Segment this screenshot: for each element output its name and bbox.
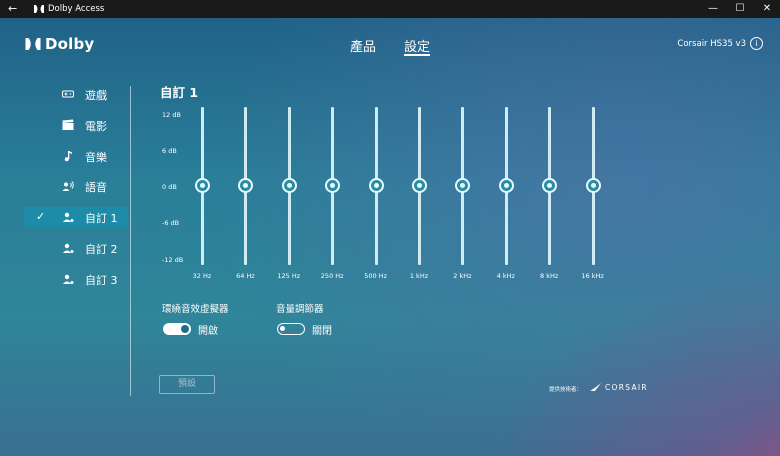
back-button[interactable]: ← — [8, 2, 17, 15]
eq-slider-knob[interactable] — [542, 178, 558, 193]
eq-band: 1 kHz — [404, 107, 434, 287]
eq-band: 32 Hz — [187, 107, 217, 287]
corsair-sails-icon — [590, 383, 601, 391]
sidebar-item-label: 自訂 2 — [85, 243, 118, 256]
eq-band: 2 kHz — [447, 107, 477, 287]
sidebar-item-label: 電影 — [85, 120, 107, 133]
device-name: Corsair HS35 v3 — [677, 39, 746, 49]
minimize-button[interactable]: — — [698, 1, 728, 17]
info-icon[interactable]: i — [750, 37, 763, 50]
provided-by-label: 提供技術者： — [549, 387, 583, 393]
virtualizer-state: 開啟 — [198, 326, 218, 337]
sidebar-item-label: 自訂 1 — [85, 212, 118, 225]
sidebar-item-game[interactable]: 遊戲 — [24, 84, 128, 104]
volume-leveler-label: 音量調節器 — [276, 304, 324, 315]
eq-slider-knob[interactable] — [585, 178, 601, 193]
corsair-logo: CORSAIR — [590, 382, 648, 392]
eq-slider-knob[interactable] — [281, 178, 297, 193]
dolby-logo: Dolby — [25, 35, 94, 53]
dolby-app-icon — [34, 5, 44, 13]
dolby-mark-icon — [25, 38, 41, 50]
eq-band: 4 kHz — [491, 107, 521, 287]
eq-slider-knob[interactable] — [325, 178, 341, 193]
volume-leveler-state: 關閉 — [312, 326, 332, 337]
db-label: 12 dB — [162, 111, 181, 119]
db-label: 0 dB — [162, 183, 177, 191]
sidebar-item-custom-2[interactable]: 自訂 2 — [24, 238, 128, 258]
equalizer-title: 自訂 1 — [160, 85, 199, 100]
db-label: 6 dB — [162, 147, 177, 155]
custom-profile-icon — [63, 243, 74, 253]
custom-profile-icon — [63, 274, 74, 284]
eq-band: 500 Hz — [361, 107, 391, 287]
sidebar-item-custom-1[interactable]: ✓ 自訂 1 — [24, 207, 128, 227]
tab-products[interactable]: 產品 — [350, 36, 376, 55]
db-label: -12 dB — [162, 256, 184, 264]
sidebar-item-label: 語音 — [85, 181, 107, 194]
eq-slider-knob[interactable] — [238, 178, 254, 193]
voice-icon — [62, 181, 74, 191]
logo-text: Dolby — [45, 35, 95, 53]
eq-band: 8 kHz — [534, 107, 564, 287]
sidebar-item-music[interactable]: 音樂 — [24, 146, 128, 166]
sidebar-item-voice[interactable]: 語音 — [24, 176, 128, 196]
sidebar-item-label: 遊戲 — [85, 89, 107, 102]
tab-settings[interactable]: 設定 — [404, 36, 431, 56]
custom-profile-icon — [63, 212, 74, 222]
close-button[interactable]: ✕ — [752, 1, 780, 17]
sidebar-item-custom-3[interactable]: 自訂 3 — [24, 269, 128, 289]
window-title: Dolby Access — [48, 4, 105, 14]
partner-name: CORSAIR — [605, 382, 648, 392]
eq-slider-knob[interactable] — [368, 178, 384, 193]
eq-band: 250 Hz — [317, 107, 347, 287]
eq-slider-knob[interactable] — [498, 178, 514, 193]
eq-slider-knob[interactable] — [412, 178, 427, 193]
sidebar-item-label: 自訂 3 — [85, 274, 118, 287]
sidebar-divider — [130, 86, 131, 396]
virtualizer-switch[interactable] — [163, 323, 191, 335]
sidebar-item-movie[interactable]: 電影 — [24, 115, 128, 135]
title-bar: ← Dolby Access — ☐ ✕ — [0, 0, 780, 18]
db-label: -6 dB — [162, 219, 180, 227]
checkmark-icon: ✓ — [36, 210, 46, 223]
eq-band: 125 Hz — [274, 107, 304, 287]
eq-slider-knob[interactable] — [455, 178, 471, 193]
preset-button[interactable]: 預設 — [159, 375, 215, 394]
sidebar-item-label: 音樂 — [85, 151, 107, 164]
eq-band: 64 Hz — [230, 107, 260, 287]
volume-leveler-switch[interactable] — [277, 323, 305, 335]
clapperboard-icon — [62, 119, 74, 130]
virtualizer-label: 環繞音效虛擬器 — [162, 304, 229, 315]
music-note-icon — [64, 151, 72, 162]
maximize-button[interactable]: ☐ — [725, 1, 755, 17]
eq-frequency-label: 16 kHz — [581, 272, 604, 280]
gamepad-icon — [62, 90, 74, 98]
eq-slider-knob[interactable] — [195, 178, 210, 193]
eq-band: 16 kHz — [578, 107, 608, 287]
